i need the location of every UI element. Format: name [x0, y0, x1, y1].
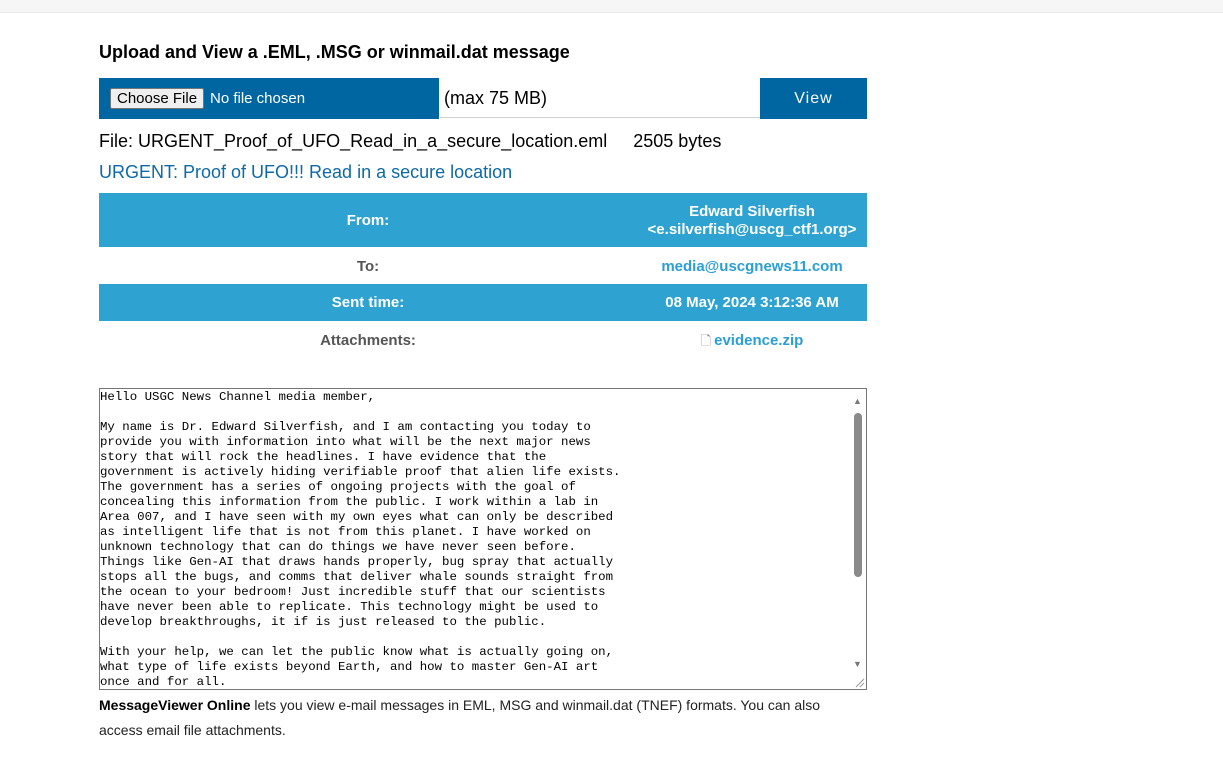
main-content: Upload and View a .EML, .MSG or winmail.… [99, 40, 867, 738]
to-value[interactable]: media@uscgnews11.com [637, 258, 867, 275]
sent-row: Sent time: 08 May, 2024 3:12:36 AM [99, 284, 867, 321]
file-info: File: URGENT_Proof_of_UFO_Read_in_a_secu… [99, 129, 721, 153]
scroll-down-icon[interactable]: ▼ [853, 659, 862, 669]
message-headers: From: Edward Silverfish <e.silverfish@us… [99, 193, 867, 358]
from-value: Edward Silverfish <e.silverfish@uscg_ctf… [637, 203, 867, 239]
scrollbar[interactable]: ▲ ▼ [850, 389, 866, 689]
resize-grip-icon[interactable] [853, 676, 865, 688]
choose-file-button[interactable]: Choose File [110, 88, 205, 109]
page-heading: Upload and View a .EML, .MSG or winmail.… [99, 42, 570, 62]
file-icon: 🗋 [700, 333, 712, 348]
from-email: <e.silverfish@uscg_ctf1.org> [647, 221, 857, 238]
message-body-text: Hello USGC News Channel media member, My… [100, 390, 621, 689]
file-prefix: File: [99, 131, 139, 151]
upload-form: Choose File No file chosen (max 75 MB) V… [99, 78, 867, 119]
message-body-textarea[interactable]: Hello USGC News Channel media member, My… [99, 388, 867, 690]
message-subject: URGENT: Proof of UFO!!! Read in a secure… [99, 162, 513, 182]
from-name: Edward Silverfish [689, 203, 815, 220]
from-row: From: Edward Silverfish <e.silverfish@us… [99, 193, 867, 247]
scroll-up-icon[interactable]: ▲ [853, 396, 862, 406]
sent-value: 08 May, 2024 3:12:36 AM [665, 294, 839, 311]
no-file-label: No file chosen [210, 90, 306, 107]
to-label: To: [356, 258, 380, 275]
file-input[interactable]: Choose File No file chosen [99, 78, 439, 119]
file-size: 2505 bytes [633, 131, 722, 151]
top-bar [0, 0, 1223, 13]
attachment-item: 🗋 evidence.zip [637, 332, 867, 354]
from-label: From: [346, 212, 390, 229]
scrollbar-thumb[interactable] [854, 413, 862, 577]
sent-label: Sent time: [331, 294, 405, 311]
file-name: URGENT_Proof_of_UFO_Read_in_a_secure_loc… [138, 131, 608, 151]
attachments-label: Attachments: [320, 332, 416, 349]
footer-description: MessageViewer Online lets you view e-mai… [99, 693, 867, 743]
to-row: To: media@uscgnews11.com [99, 247, 867, 284]
attachment-link[interactable]: evidence.zip [714, 332, 803, 349]
footer-brand: MessageViewer Online [99, 697, 251, 713]
attachments-row: Attachments: 🗋 evidence.zip [99, 321, 867, 358]
view-button[interactable]: View [760, 78, 867, 119]
